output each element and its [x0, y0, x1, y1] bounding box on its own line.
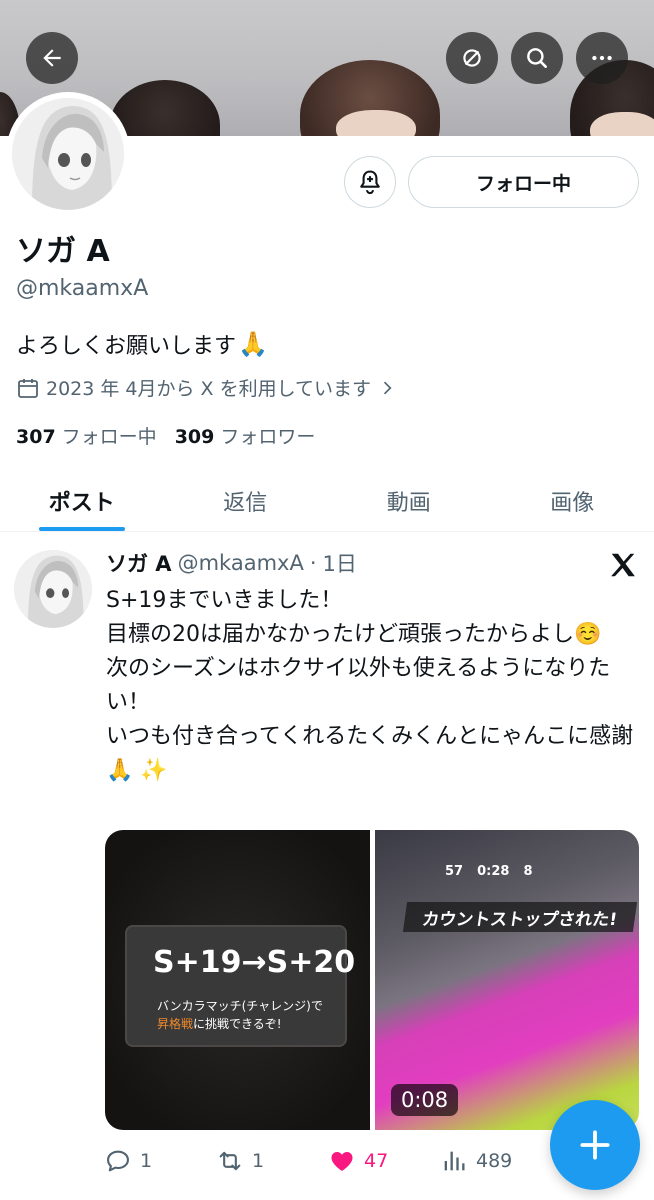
rank-text: S+19→S+20 — [153, 945, 356, 980]
profile-bio: よろしくお願いします 🙏 — [16, 328, 268, 360]
x-logo-icon — [611, 553, 635, 577]
profile-avatar[interactable] — [6, 92, 130, 216]
anime-avatar-image — [14, 550, 92, 628]
profile-tabs: ポスト 返信 動画 画像 — [0, 470, 654, 532]
joined-text: 2023 年 4月から X を利用しています — [46, 378, 372, 400]
follow-counts: 307 フォロー中 309 フォロワー — [16, 422, 315, 449]
post-author-name[interactable]: ソガ A — [106, 548, 172, 578]
banner-figure — [110, 80, 220, 136]
more-icon — [592, 55, 612, 61]
plus-icon — [580, 1130, 610, 1160]
followers-count-link[interactable]: 309 フォロワー — [175, 422, 316, 449]
translate-button[interactable] — [446, 32, 498, 84]
heart-icon — [331, 1152, 353, 1171]
back-arrow-icon — [43, 49, 61, 67]
post-avatar[interactable] — [14, 550, 92, 628]
media-image-rank-up[interactable]: S+19→S+20 バンカラマッチ(チャレンジ)で 昇格戦に挑戦できるぞ! — [105, 830, 370, 1130]
notify-button[interactable] — [344, 156, 396, 208]
more-button[interactable] — [576, 32, 628, 84]
like-button[interactable]: 47 — [328, 1147, 440, 1175]
search-button[interactable] — [511, 32, 563, 84]
game-hud: 57 0:28 8 — [445, 864, 533, 879]
anime-avatar-image — [12, 98, 124, 210]
back-button[interactable] — [26, 32, 78, 84]
rank-line1: バンカラマッチ(チャレンジ)で — [157, 999, 323, 1013]
views-button[interactable]: 489 — [440, 1147, 552, 1175]
tab-images[interactable]: 画像 — [491, 470, 654, 531]
no-sync-icon — [463, 49, 481, 67]
post-author-handle[interactable]: @mkaamxA — [178, 551, 304, 575]
banner-face — [336, 110, 416, 136]
bio-emoji: 🙏 — [238, 330, 268, 358]
following-count-link[interactable]: 307 フォロー中 — [16, 422, 157, 449]
compose-button[interactable] — [550, 1100, 640, 1190]
post-media: S+19→S+20 バンカラマッチ(チャレンジ)で 昇格戦に挑戦できるぞ! 57… — [105, 830, 639, 1130]
reply-icon — [107, 1150, 129, 1172]
tab-posts[interactable]: ポスト — [0, 470, 164, 531]
repost-button[interactable]: 1 — [216, 1147, 328, 1175]
post-time[interactable]: 1日 — [323, 548, 357, 578]
bio-text: よろしくお願いします — [16, 334, 237, 359]
joined-date[interactable]: 2023 年 4月から X を利用しています — [16, 374, 397, 401]
reply-button[interactable]: 1 — [104, 1147, 216, 1175]
avatar — [12, 98, 124, 210]
bell-plus-icon — [360, 170, 380, 195]
post-header: ソガ A @mkaamxA · 1日 — [106, 548, 357, 578]
video-duration: 0:08 — [391, 1084, 459, 1116]
banner-face — [590, 112, 654, 136]
media-video-gameplay[interactable]: 57 0:28 8 カウントストップされた! 0:08 — [375, 830, 639, 1130]
game-banner: カウントストップされた! — [402, 902, 638, 932]
following-button[interactable]: フォロー中 — [408, 156, 639, 208]
profile-handle: @mkaamxA — [16, 276, 149, 301]
post-text: S+19までいきました！ 目標の20は届かなかったけど頑張ったからよし☺️ 次の… — [106, 588, 634, 783]
rank-line2: 昇格戦に挑戦できるぞ! — [157, 1017, 282, 1031]
post-separator: · — [309, 551, 317, 575]
chevron-right-icon — [383, 381, 392, 394]
rank-card: S+19→S+20 バンカラマッチ(チャレンジ)で 昇格戦に挑戦できるぞ! — [125, 925, 355, 1047]
profile-name: ソガ A — [16, 234, 110, 269]
search-icon — [527, 48, 547, 68]
tab-videos[interactable]: 動画 — [327, 470, 491, 531]
calendar-icon — [18, 378, 38, 398]
views-icon — [444, 1151, 465, 1171]
repost-icon — [219, 1151, 241, 1171]
tab-replies[interactable]: 返信 — [164, 470, 328, 531]
